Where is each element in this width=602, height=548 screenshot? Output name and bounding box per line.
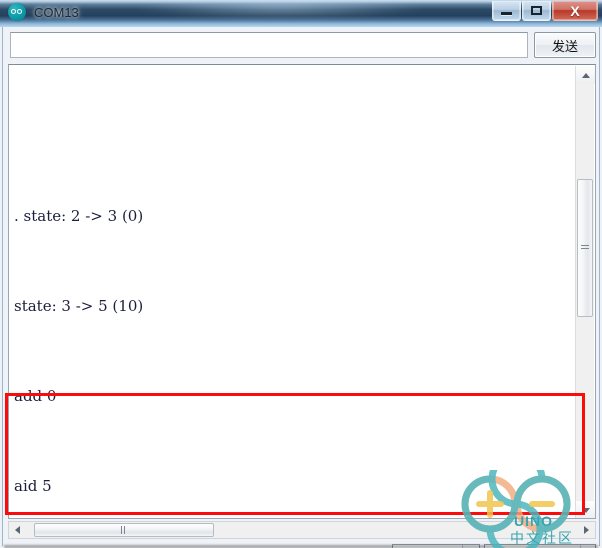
scroll-right-button[interactable] <box>578 522 595 538</box>
horizontal-scrollbar[interactable] <box>8 521 596 539</box>
maximize-icon <box>531 6 542 15</box>
scroll-down-button[interactable] <box>576 501 595 518</box>
minimize-icon <box>501 12 512 15</box>
client-area: 发送 . state: 2 -> 3 (0) state: 3 -> 5 (10… <box>2 27 600 548</box>
scroll-left-button[interactable] <box>9 522 26 538</box>
send-row: 发送 <box>3 27 599 64</box>
grip-icon <box>121 526 127 534</box>
scroll-up-button[interactable] <box>576 66 595 84</box>
send-button[interactable]: 发送 <box>534 32 596 58</box>
minimize-button[interactable] <box>492 1 521 21</box>
title-bar-left: COM13 <box>8 3 79 21</box>
serial-output-panel[interactable]: . state: 2 -> 3 (0) state: 3 -> 5 (10) a… <box>8 64 596 519</box>
triangle-up-icon <box>581 72 590 78</box>
console-line: . state: 2 -> 3 (0) <box>14 207 144 225</box>
arduino-icon <box>8 3 26 21</box>
window-controls: X <box>492 1 598 21</box>
triangle-right-icon <box>584 526 589 534</box>
triangle-left-icon <box>15 526 20 534</box>
horizontal-scroll-thumb[interactable] <box>34 523 214 537</box>
title-bar: COM13 X <box>0 0 602 27</box>
serial-output-text: . state: 2 -> 3 (0) state: 3 -> 5 (10) a… <box>9 65 575 518</box>
window-title: COM13 <box>34 4 79 20</box>
vertical-scrollbar[interactable] <box>575 66 595 518</box>
serial-monitor-window: COM13 X 发送 . state: 2 -> 3 (0) state: 3 … <box>0 0 602 548</box>
serial-send-input[interactable] <box>10 32 528 58</box>
console-line: add 0 <box>14 387 57 405</box>
console-line: state: 3 -> 5 (10) <box>14 297 144 315</box>
close-button[interactable]: X <box>552 1 598 21</box>
console-line: aid 5 <box>14 477 52 495</box>
maximize-button[interactable] <box>522 1 551 21</box>
triangle-down-icon <box>581 507 590 513</box>
close-icon: X <box>570 2 580 19</box>
grip-icon <box>581 245 589 251</box>
vertical-scroll-thumb[interactable] <box>577 179 593 317</box>
